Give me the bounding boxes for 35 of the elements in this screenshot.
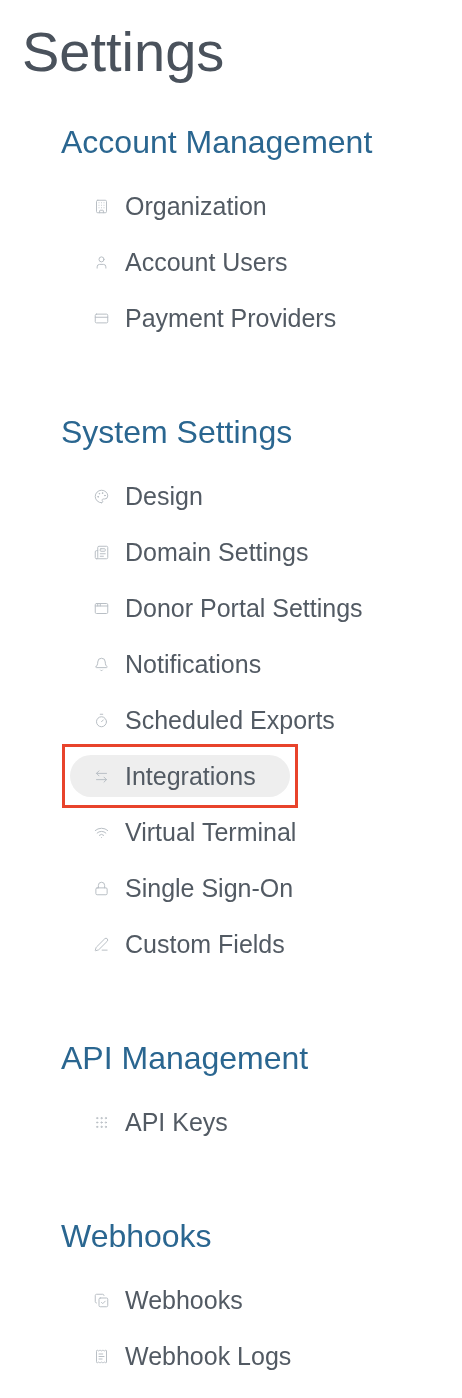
- copy-check-icon: [94, 1292, 109, 1308]
- user-icon: [94, 254, 109, 270]
- settings-link[interactable]: Design: [70, 475, 237, 517]
- section-heading: API Management: [61, 1039, 310, 1078]
- lock-icon: [94, 880, 109, 896]
- settings-link[interactable]: Webhooks: [70, 1279, 277, 1321]
- section-heading: Account Management: [61, 123, 374, 162]
- settings-link[interactable]: Custom Fields: [70, 923, 319, 965]
- settings-link[interactable]: Notifications: [70, 643, 296, 685]
- grid-icon: [94, 1114, 109, 1130]
- pencil-icon: [94, 936, 109, 952]
- settings-link[interactable]: Donor Portal Settings: [70, 587, 397, 629]
- timer-icon: [94, 712, 109, 728]
- settings-link[interactable]: Payment Providers: [70, 297, 371, 339]
- settings-link[interactable]: Scheduled Exports: [70, 699, 369, 741]
- page-title: Settings: [22, 20, 226, 84]
- settings-link[interactable]: API Keys: [70, 1101, 262, 1143]
- building-icon: [94, 198, 109, 214]
- receipt-icon: [94, 1348, 109, 1364]
- settings-link[interactable]: Domain Settings: [70, 531, 343, 573]
- page-icon: [94, 544, 109, 560]
- window-icon: [94, 600, 109, 616]
- signal-icon: [94, 824, 109, 840]
- settings-link[interactable]: Account Users: [70, 241, 322, 283]
- palette-icon: [94, 488, 109, 504]
- section-heading: Webhooks: [61, 1217, 213, 1256]
- bell-icon: [94, 656, 109, 672]
- card-icon: [94, 310, 109, 326]
- settings-link[interactable]: Organization: [70, 185, 301, 227]
- settings-link[interactable]: Single Sign-On: [70, 867, 328, 909]
- section-heading: System Settings: [61, 413, 294, 452]
- arrows-icon: [94, 768, 109, 784]
- settings-link[interactable]: Virtual Terminal: [70, 811, 331, 853]
- settings-link[interactable]: Webhook Logs: [70, 1335, 326, 1377]
- settings-link[interactable]: Integrations: [70, 755, 290, 797]
